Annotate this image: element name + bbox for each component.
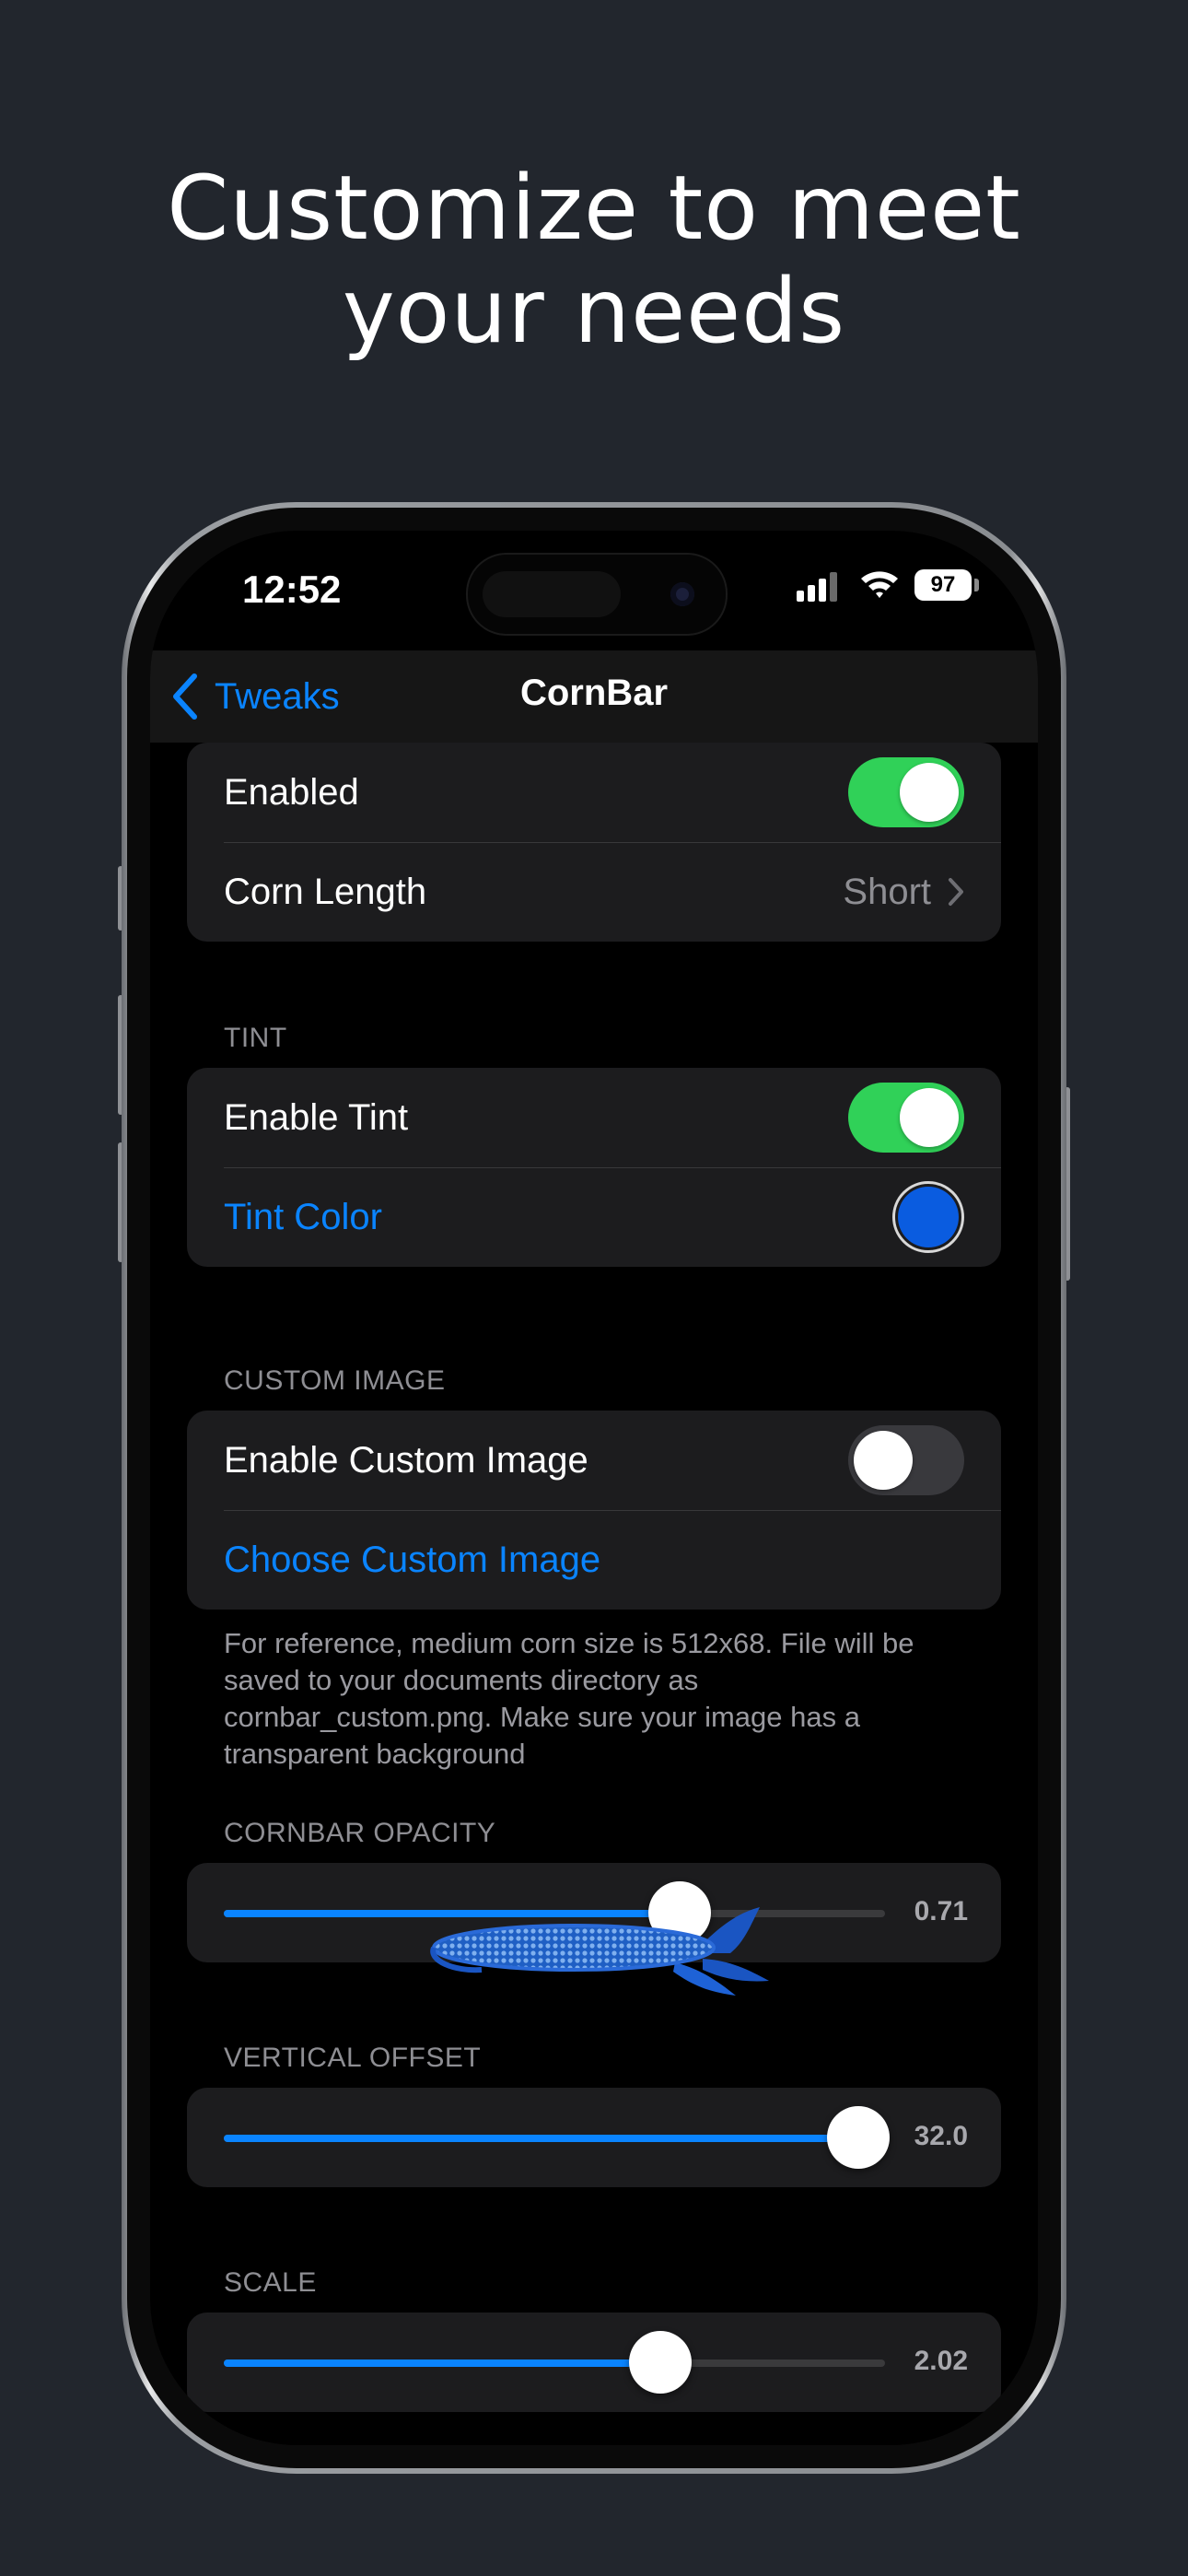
enabled-label: Enabled [224, 771, 359, 813]
general-group: Enabled Corn Length Short [187, 743, 1001, 942]
toggle-knob [900, 763, 959, 822]
vertical-offset-value: 32.0 [914, 2121, 968, 2151]
tint-section-header: TINT [224, 1023, 287, 1053]
toggle-knob [854, 1431, 913, 1490]
tint-color-well[interactable] [892, 1181, 964, 1253]
toggle-knob [900, 1088, 959, 1147]
scale-slider[interactable] [224, 2331, 885, 2394]
wifi-icon [861, 571, 898, 598]
phone-screen: 12:52 97 Tweaks CornBar Enabled Corn Len… [150, 531, 1038, 2445]
slider-fill [224, 2359, 660, 2367]
battery-cap [974, 579, 979, 591]
tint-color-row[interactable]: Tint Color [187, 1167, 1001, 1267]
page-title: CornBar [519, 673, 669, 713]
choose-custom-image-row[interactable]: Choose Custom Image [187, 1510, 1001, 1610]
enable-custom-image-toggle[interactable] [848, 1425, 964, 1495]
opacity-section-header: CORNBAR OPACITY [224, 1818, 496, 1848]
cellular-signal-icon [797, 572, 841, 602]
headline-line-2: your needs [342, 260, 846, 363]
headline: Customize to meet your needs [0, 157, 1188, 363]
tint-color-label: Tint Color [224, 1196, 382, 1237]
scale-group: 2.02 [187, 2313, 1001, 2412]
tint-color-swatch [898, 1187, 959, 1247]
corn-icon [430, 1907, 769, 1996]
scale-section-header: SCALE [224, 2267, 317, 2298]
island-pill [483, 571, 621, 617]
chevron-right-icon [949, 878, 963, 906]
battery-icon: 97 [914, 569, 972, 601]
vertical-offset-group: 32.0 [187, 2088, 1001, 2187]
opacity-value: 0.71 [914, 1896, 968, 1926]
tint-group: Enable Tint Tint Color [187, 1068, 1001, 1267]
enable-custom-image-label: Enable Custom Image [224, 1439, 588, 1481]
custom-image-footer: For reference, medium corn size is 512x6… [224, 1627, 914, 1770]
settings-list[interactable]: Enabled Corn Length Short TINT Enable Ti… [150, 743, 1038, 2445]
slider-fill [224, 2135, 859, 2142]
status-time: 12:52 [242, 568, 342, 611]
custom-image-group: Enable Custom Image Choose Custom Image [187, 1411, 1001, 1610]
enabled-toggle[interactable] [848, 757, 964, 827]
vertical-offset-slider[interactable] [224, 2106, 891, 2169]
corn-length-label: Corn Length [224, 871, 427, 912]
choose-custom-image-button[interactable]: Choose Custom Image [224, 1540, 964, 1581]
custom-image-section-header: CUSTOM IMAGE [224, 1365, 446, 1396]
scale-value: 2.02 [914, 2346, 968, 2376]
enabled-row: Enabled [187, 743, 1001, 842]
slider-thumb[interactable] [827, 2106, 891, 2169]
enable-custom-image-row: Enable Custom Image [187, 1411, 1001, 1510]
headline-line-1: Customize to meet [167, 157, 1021, 260]
dynamic-island [466, 553, 728, 636]
enable-tint-label: Enable Tint [224, 1096, 409, 1138]
corn-length-value: Short [843, 871, 931, 912]
slider-thumb[interactable] [628, 2331, 692, 2394]
vertical-offset-slider-row: 32.0 [187, 2088, 1001, 2187]
scale-slider-row: 2.02 [187, 2313, 1001, 2412]
corn-length-row[interactable]: Corn Length Short [187, 842, 1001, 942]
front-camera-icon [670, 582, 694, 606]
vertical-offset-section-header: VERTICAL OFFSET [224, 2043, 482, 2073]
enable-tint-row: Enable Tint [187, 1068, 1001, 1167]
navigation-bar: Tweaks CornBar [150, 650, 1038, 743]
enable-tint-toggle[interactable] [848, 1083, 964, 1153]
